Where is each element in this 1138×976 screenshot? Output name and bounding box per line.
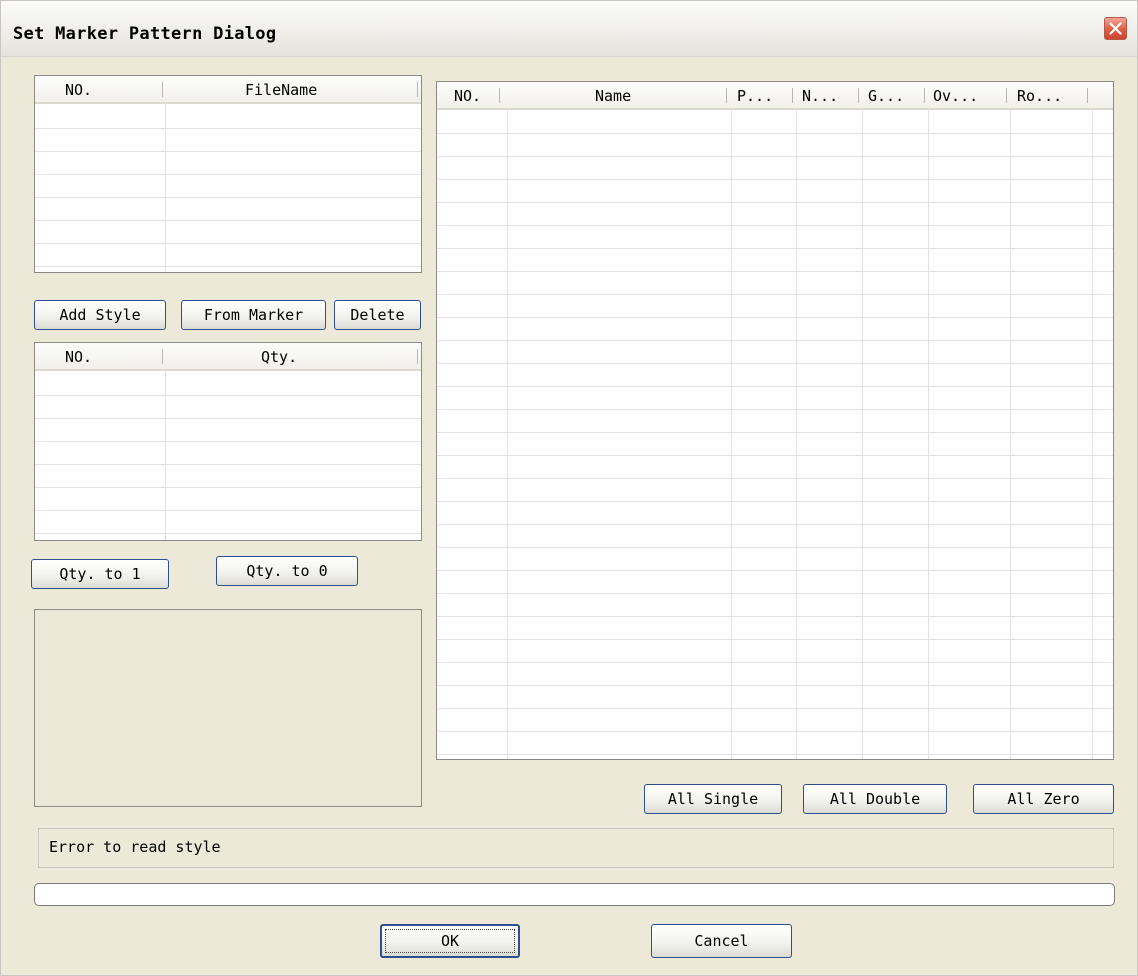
progress-bar <box>34 883 1115 906</box>
all-double-button[interactable]: All Double <box>803 784 947 814</box>
pattern-table-header-g[interactable]: G... <box>868 82 904 108</box>
pattern-table-header: NO. Name P... N... G... Ov... Ro... <box>437 82 1113 110</box>
qty-table-header-qty[interactable]: Qty. <box>261 343 297 369</box>
ok-button[interactable]: OK <box>380 924 520 958</box>
close-icon <box>1109 22 1122 35</box>
dialog-title: Set Marker Pattern Dialog <box>13 24 277 44</box>
status-message: Error to read style <box>38 828 1114 868</box>
qty-table-header: NO. Qty. <box>35 343 421 371</box>
ok-button-label: OK <box>440 932 460 950</box>
pattern-table-header-name[interactable]: Name <box>595 82 631 108</box>
file-table-header-filename[interactable]: FileName <box>245 76 317 102</box>
pattern-table-header-ro[interactable]: Ro... <box>1017 82 1062 108</box>
qty-to-0-button[interactable]: Qty. to 0 <box>216 556 358 586</box>
delete-button[interactable]: Delete <box>334 300 421 330</box>
file-table-header-no[interactable]: NO. <box>65 76 92 102</box>
title-bar[interactable]: Set Marker Pattern Dialog <box>1 1 1137 57</box>
pattern-table-header-no[interactable]: NO. <box>454 82 481 108</box>
cancel-button[interactable]: Cancel <box>651 924 792 958</box>
pattern-table-header-n[interactable]: N... <box>802 82 838 108</box>
preview-panel <box>34 609 422 807</box>
pattern-table-header-ov[interactable]: Ov... <box>933 82 978 108</box>
dialog-window: Set Marker Pattern Dialog NO. FileName A… <box>0 0 1138 976</box>
add-style-button[interactable]: Add Style <box>34 300 166 330</box>
all-zero-button[interactable]: All Zero <box>973 784 1114 814</box>
pattern-table-header-p[interactable]: P... <box>737 82 773 108</box>
file-table-header: NO. FileName <box>35 76 421 104</box>
qty-table[interactable]: NO. Qty. <box>34 342 422 541</box>
file-table[interactable]: NO. FileName <box>34 75 422 273</box>
from-marker-button[interactable]: From Marker <box>181 300 326 330</box>
qty-table-header-no[interactable]: NO. <box>65 343 92 369</box>
close-button[interactable] <box>1104 17 1127 40</box>
all-single-button[interactable]: All Single <box>644 784 782 814</box>
qty-to-1-button[interactable]: Qty. to 1 <box>31 559 169 589</box>
pattern-table[interactable]: NO. Name P... N... G... Ov... Ro... <box>436 81 1114 760</box>
